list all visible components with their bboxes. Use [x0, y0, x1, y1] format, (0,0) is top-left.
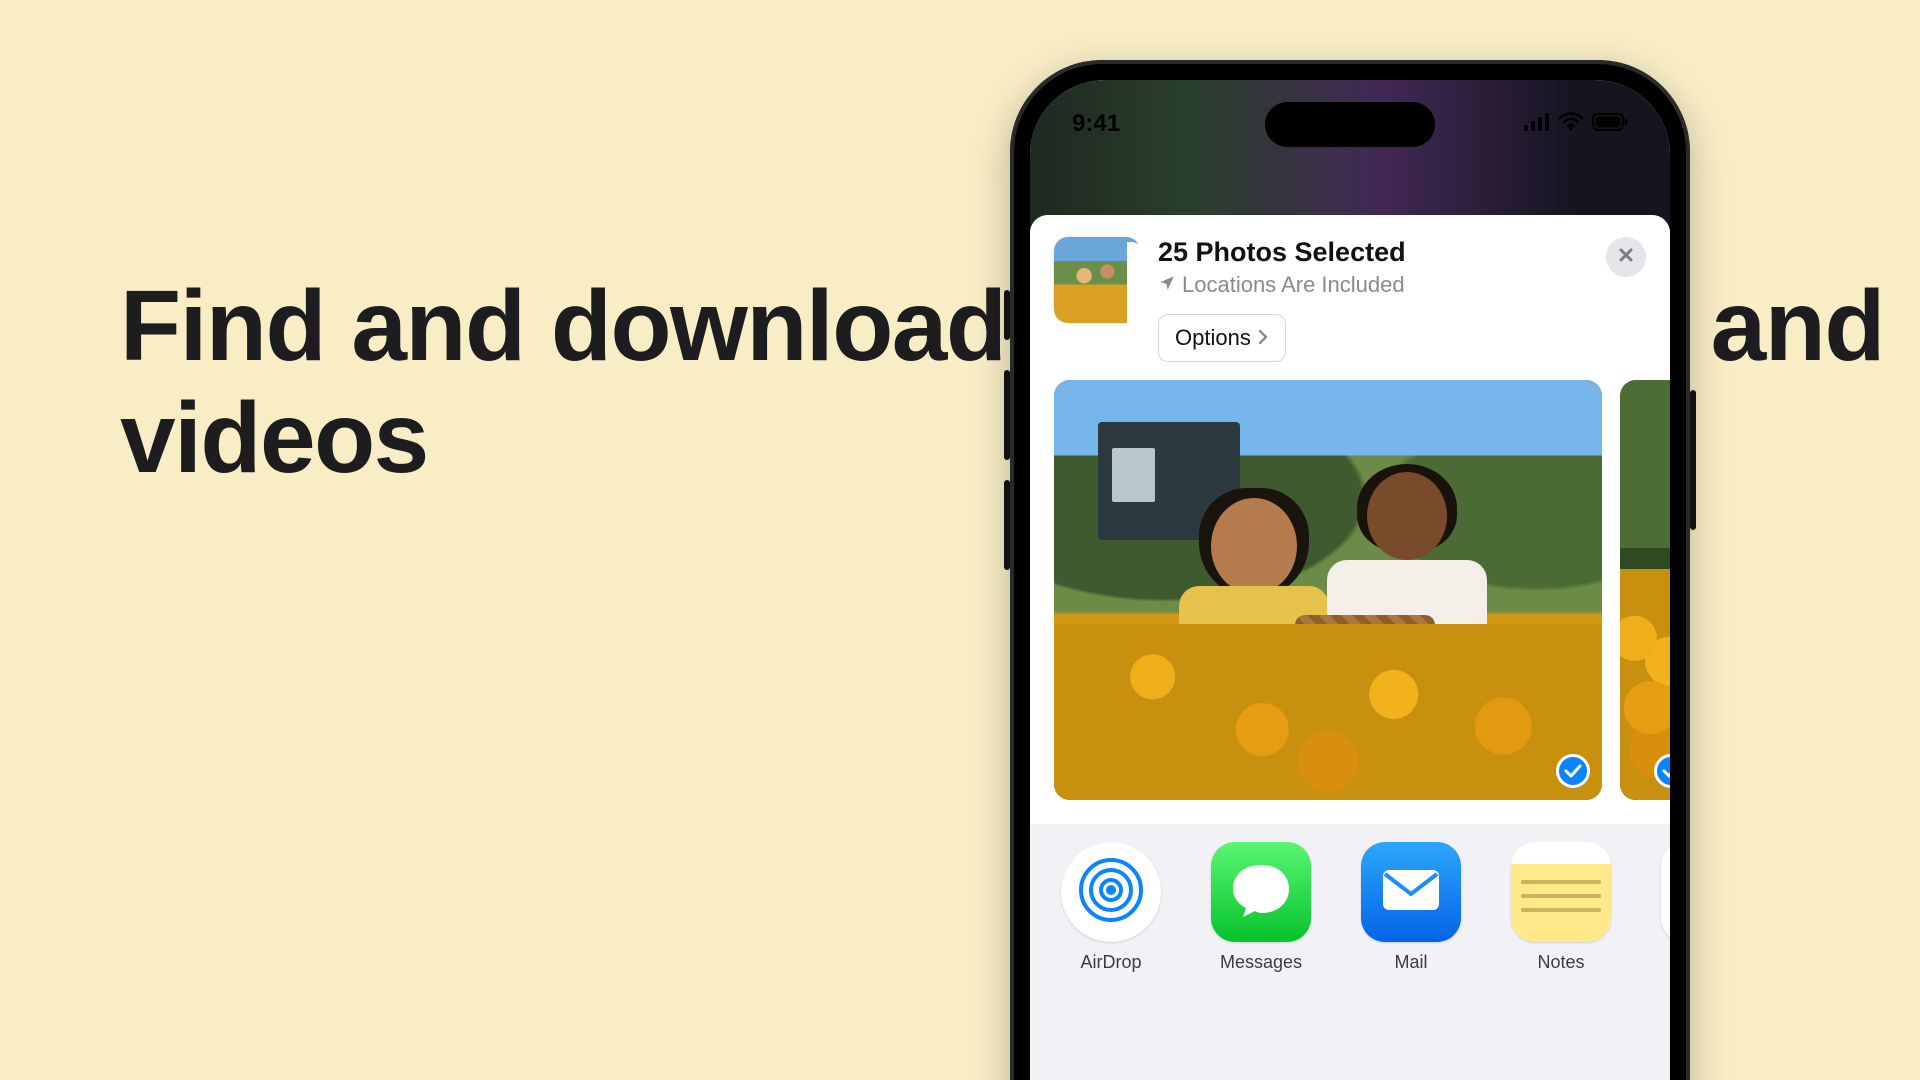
close-icon [1617, 246, 1635, 269]
options-button[interactable]: Options [1158, 314, 1286, 362]
share-target-airdrop[interactable]: AirDrop [1058, 842, 1164, 973]
share-sheet: 25 Photos Selected Locations Are Include… [1030, 215, 1670, 1080]
selection-thumbnail[interactable] [1054, 237, 1140, 323]
airdrop-icon [1075, 854, 1147, 931]
share-sheet-header: 25 Photos Selected Locations Are Include… [1030, 215, 1670, 380]
share-target-label: AirDrop [1058, 952, 1164, 973]
photo-preview[interactable] [1054, 380, 1602, 800]
photo-preview[interactable] [1620, 380, 1670, 800]
phone-side-button [1004, 370, 1010, 460]
phone-screen: 9:41 25 Ph [1030, 80, 1670, 1080]
share-target-notes[interactable]: Notes [1508, 842, 1614, 973]
phone-frame: 9:41 25 Ph [1010, 60, 1690, 1080]
share-subtitle-text: Locations Are Included [1182, 272, 1405, 298]
share-target-mail[interactable]: Mail [1358, 842, 1464, 973]
share-title: 25 Photos Selected [1158, 237, 1588, 268]
mail-icon [1379, 866, 1443, 919]
selected-check-icon[interactable] [1556, 754, 1590, 788]
selected-photos-row[interactable] [1030, 380, 1670, 824]
dynamic-island [1265, 102, 1435, 147]
location-icon [1158, 272, 1176, 298]
close-button[interactable] [1606, 237, 1646, 277]
share-target-label: Fr [1658, 952, 1670, 973]
cellular-icon [1524, 110, 1550, 138]
phone-side-button [1004, 290, 1010, 340]
share-target-next[interactable]: Fr [1658, 842, 1670, 973]
phone-side-button [1690, 390, 1696, 530]
wifi-icon [1558, 110, 1584, 138]
options-label: Options [1175, 325, 1251, 351]
messages-icon [1229, 861, 1293, 924]
phone-side-button [1004, 480, 1010, 570]
chevron-right-icon [1257, 325, 1269, 351]
share-targets-row[interactable]: AirDrop Messages [1030, 824, 1670, 973]
battery-icon [1592, 110, 1628, 138]
share-target-label: Notes [1508, 952, 1614, 973]
status-bar: 9:41 [1030, 80, 1670, 152]
share-target-label: Messages [1208, 952, 1314, 973]
share-subtitle: Locations Are Included [1158, 272, 1588, 298]
share-target-label: Mail [1358, 952, 1464, 973]
status-time: 9:41 [1072, 110, 1120, 138]
share-target-messages[interactable]: Messages [1208, 842, 1314, 973]
